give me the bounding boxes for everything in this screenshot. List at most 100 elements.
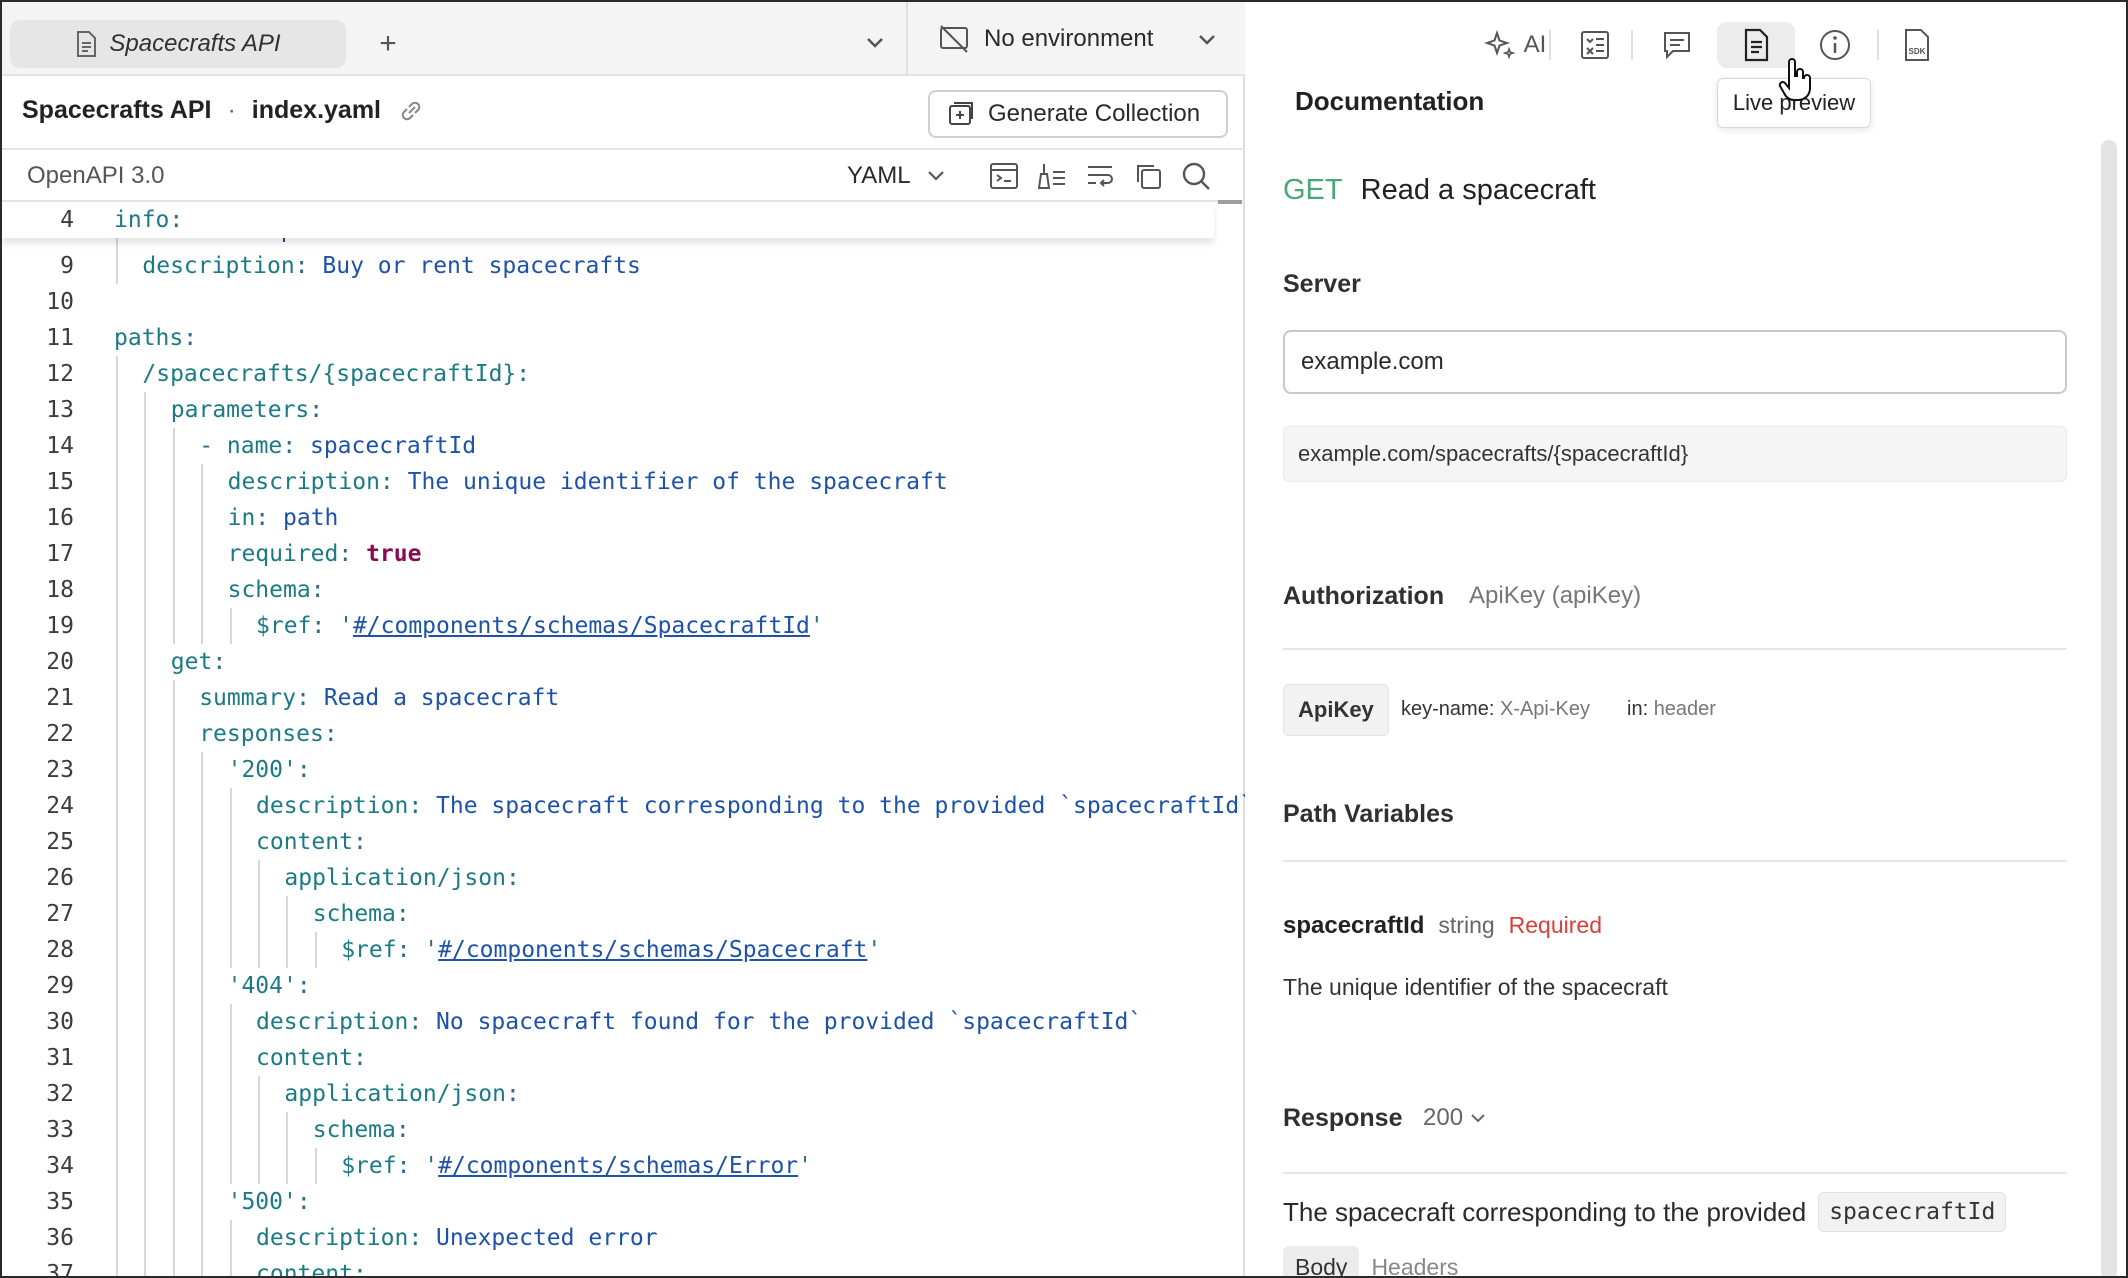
indent-guide: [201, 824, 204, 860]
indent-guide: [116, 536, 118, 572]
code-line[interactable]: 11 paths:: [2, 320, 1245, 356]
chevron-down-icon[interactable]: [860, 28, 890, 58]
indent-guide: [144, 1112, 147, 1148]
ai-button[interactable]: AI: [1463, 22, 1567, 68]
code-text: $ref: '#/components/schemas/Spacecraft': [341, 937, 882, 963]
app-window: Spacecrafts API + No environment Spacecr…: [0, 0, 2128, 1278]
indent-guide: [172, 1256, 175, 1276]
tab-headers[interactable]: Headers: [1359, 1246, 1470, 1276]
code-line[interactable]: 28 $ref: '#/components/schemas/Spacecraft…: [2, 932, 1245, 968]
line-number: 10: [46, 289, 74, 315]
indent-guide: [229, 932, 232, 968]
tab-spacecrafts-api[interactable]: Spacecrafts API: [10, 20, 346, 68]
code-text: - name: spacecraftId: [199, 433, 477, 459]
indent-guide: [229, 1256, 232, 1276]
code-line[interactable]: 33 schema:: [2, 1112, 1245, 1148]
code-line[interactable]: 35 '500':: [2, 1184, 1245, 1220]
code-line[interactable]: 17 required: true: [2, 536, 1245, 572]
code-line[interactable]: 18 schema:: [2, 572, 1245, 608]
code-line[interactable]: 15 description: The unique identifier of …: [2, 464, 1245, 500]
code-text: content:: [256, 829, 367, 855]
code-text: responses:: [199, 721, 338, 747]
indent-guide: [116, 1076, 118, 1112]
environment-selector[interactable]: No environment: [906, 2, 1245, 76]
info-icon[interactable]: [1809, 22, 1861, 68]
format-brush-icon[interactable]: [1034, 158, 1070, 194]
full-url: example.com/spacecrafts/{spacecraftId}: [1283, 426, 2067, 482]
tab-body[interactable]: Body: [1283, 1246, 1360, 1276]
code-line[interactable]: 23 '200':: [2, 752, 1245, 788]
indent-guide: [172, 1040, 175, 1076]
code-line[interactable]: 30 description: No spacecraft found for t…: [2, 1004, 1245, 1040]
new-tab-button[interactable]: +: [368, 24, 408, 64]
indent-guide: [144, 932, 147, 968]
code-line[interactable]: 26 application/json:: [2, 860, 1245, 896]
server-input[interactable]: example.com: [1283, 330, 2067, 394]
indent-guide: [229, 1112, 232, 1148]
schema-icon[interactable]: [1569, 22, 1621, 68]
code-line[interactable]: 21 summary: Read a spacecraft: [2, 680, 1245, 716]
indent-guide: [229, 824, 232, 860]
search-icon[interactable]: [1178, 158, 1214, 194]
toolbar-divider: [1877, 30, 1879, 60]
line-number: 20: [46, 649, 74, 675]
code-text: content:: [256, 1261, 367, 1278]
line-number: 23: [46, 757, 74, 783]
indent-guide: [144, 680, 147, 716]
code-text: paths:: [114, 325, 198, 351]
indent-guide: [144, 896, 147, 932]
code-line[interactable]: 32 application/json:: [2, 1076, 1245, 1112]
link-icon[interactable]: [397, 97, 425, 125]
word-wrap-icon[interactable]: [1082, 158, 1118, 194]
format-selector[interactable]: YAML: [847, 162, 947, 190]
code-line[interactable]: 10: [2, 284, 1245, 320]
indent-guide: [258, 896, 260, 932]
indent-guide: [116, 968, 118, 1004]
doc-scrollbar[interactable]: [2101, 140, 2117, 1276]
code-text: application/json:: [284, 865, 520, 891]
server-label: Server: [1283, 270, 1361, 298]
indent-guide: [201, 1040, 204, 1076]
code-line[interactable]: 37 content:: [2, 1256, 1245, 1278]
indent-guide: [116, 1004, 118, 1040]
code-line[interactable]: 27 schema:: [2, 896, 1245, 932]
indent-guide: [229, 1148, 232, 1184]
sdk-icon[interactable]: SDK: [1891, 22, 1943, 68]
code-line[interactable]: 12/spacecrafts/{spacecraftId}:: [2, 356, 1245, 392]
response-code-selector[interactable]: 200: [1423, 1104, 1487, 1132]
indent-guide: [144, 644, 147, 680]
param-type: string: [1438, 912, 1495, 938]
code-text: description: The spacecraft correspondin…: [256, 793, 1245, 819]
indent-guide: [286, 932, 289, 968]
file-name[interactable]: index.yaml: [252, 96, 381, 125]
key-name: key-name: X-Api-Key: [1401, 698, 1590, 721]
code-line[interactable]: 16 in: path: [2, 500, 1245, 536]
editor-pane: Spacecrafts API + No environment Spacecr…: [2, 2, 1245, 1278]
code-line[interactable]: 9 description: Buy or rent spacecrafts: [2, 248, 1245, 284]
comment-icon[interactable]: [1651, 22, 1703, 68]
code-editor[interactable]: 8title: Sample API9description: Buy or r…: [2, 202, 1245, 1278]
indent-guide: [144, 500, 147, 536]
breadcrumb-separator: ·: [227, 96, 236, 124]
code-line[interactable]: 22 responses:: [2, 716, 1245, 752]
code-line[interactable]: 31 content:: [2, 1040, 1245, 1076]
run-script-icon[interactable]: [986, 158, 1022, 194]
copy-icon[interactable]: [1130, 158, 1166, 194]
indent-guide: [172, 860, 175, 896]
code-line[interactable]: 29 '404':: [2, 968, 1245, 1004]
code-line[interactable]: 25 content:: [2, 824, 1245, 860]
code-line[interactable]: 24 description: The spacecraft correspond…: [2, 788, 1245, 824]
code-line[interactable]: 4 info:: [2, 202, 1245, 238]
svg-text:SDK: SDK: [1909, 47, 1926, 56]
code-line[interactable]: 34 $ref: '#/components/schemas/Error': [2, 1148, 1245, 1184]
indent-guide: [116, 644, 118, 680]
code-line[interactable]: 19 $ref: '#/components/schemas/Spacecraft…: [2, 608, 1245, 644]
code-line[interactable]: 14 - name: spacecraftId: [2, 428, 1245, 464]
code-line[interactable]: 36 description: Unexpected error: [2, 1220, 1245, 1256]
code-line[interactable]: 13 parameters:: [2, 392, 1245, 428]
generate-collection-button[interactable]: Generate Collection: [928, 90, 1228, 138]
divider: [1283, 1172, 2067, 1174]
indent-guide: [229, 1040, 232, 1076]
indent-guide: [172, 788, 175, 824]
code-line[interactable]: 20 get:: [2, 644, 1245, 680]
